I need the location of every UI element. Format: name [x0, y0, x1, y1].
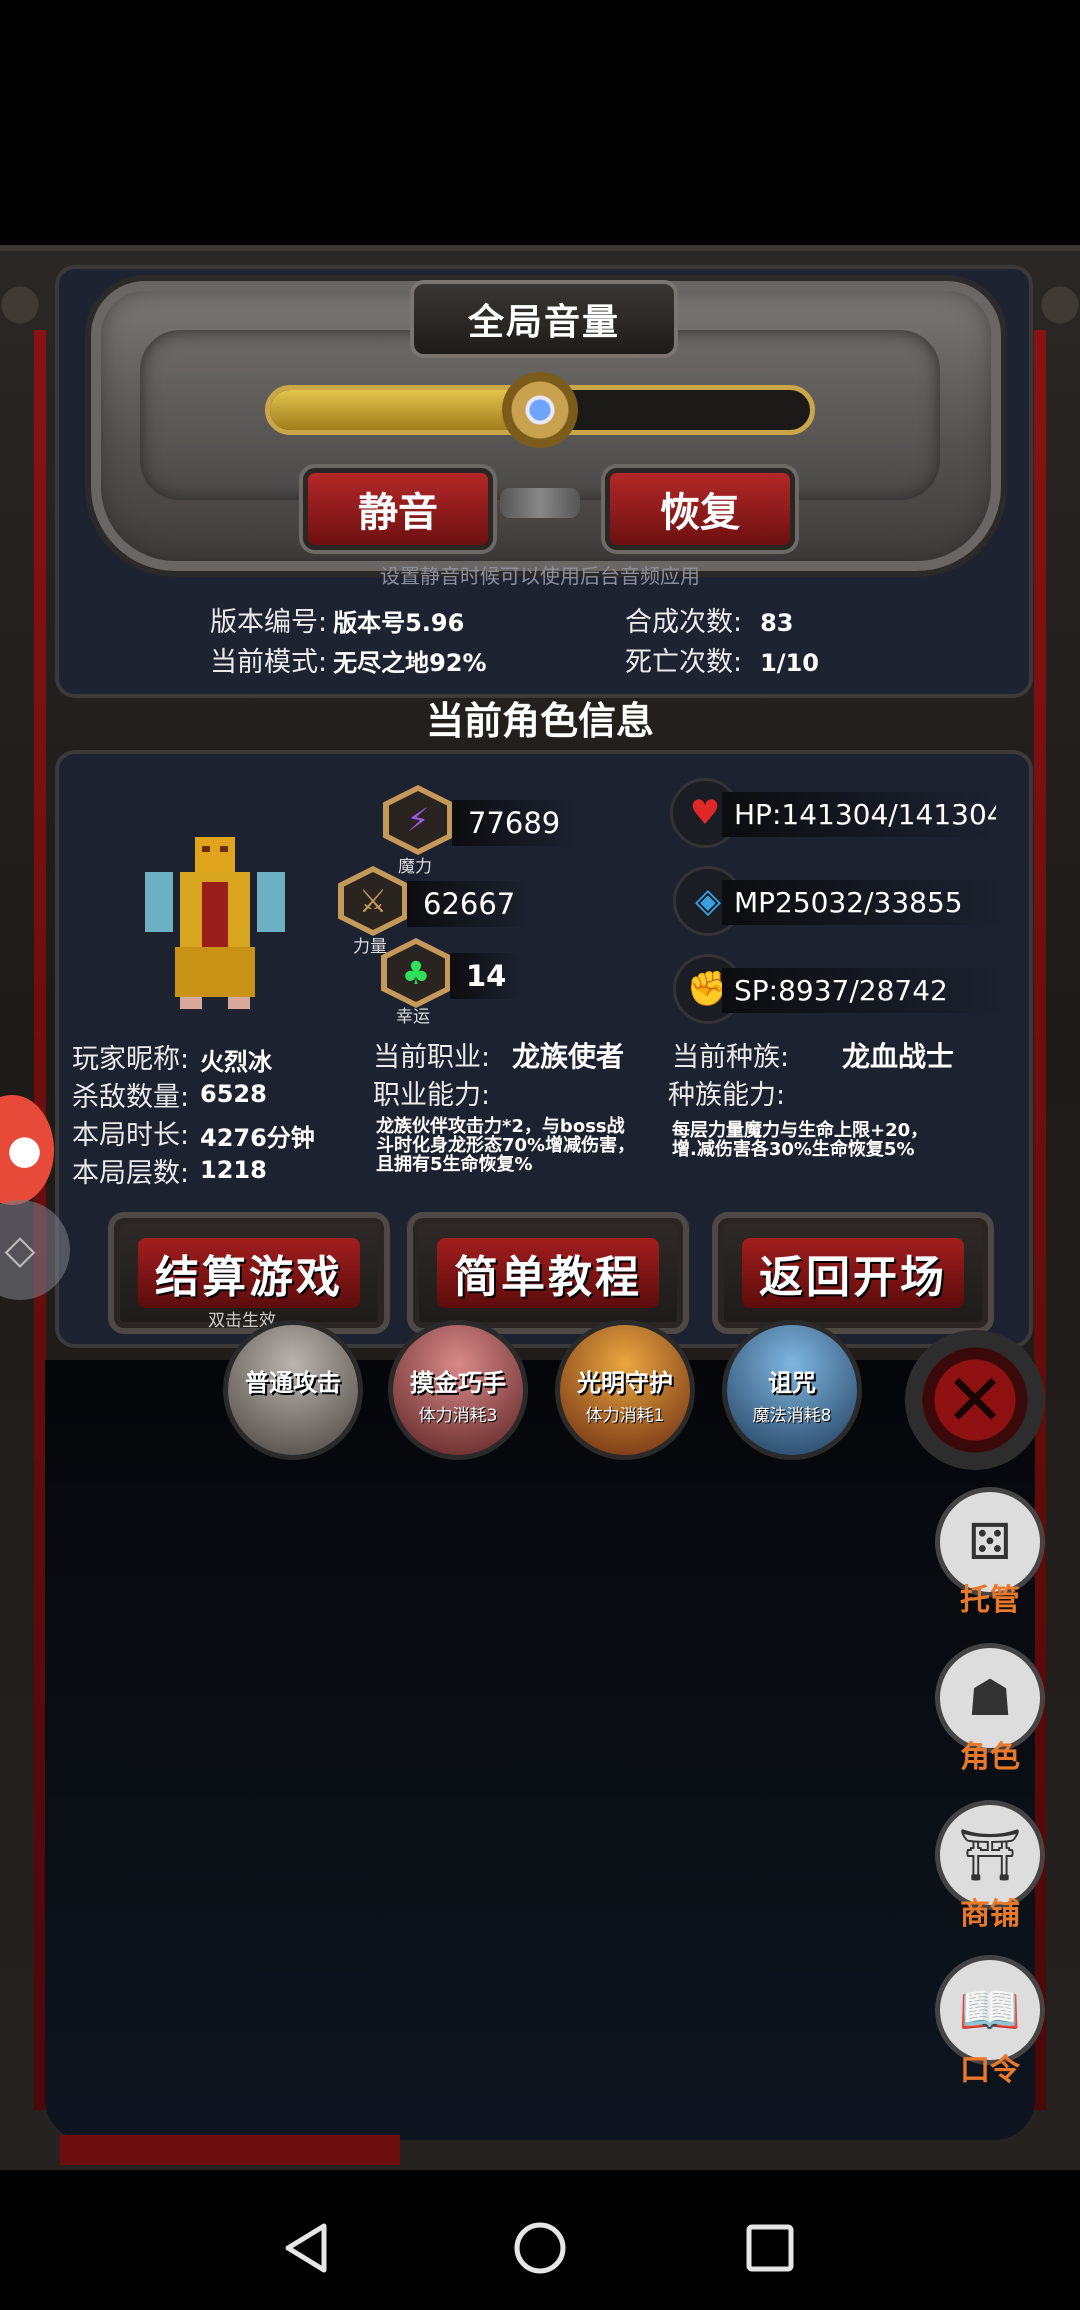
version-row: 版本编号: 版本号5.96	[210, 600, 464, 639]
magic-stat-caption: 魔力	[398, 857, 432, 877]
volume-slider-knob[interactable]	[502, 372, 578, 448]
race-ability-label: 种族能力:	[668, 1080, 786, 1111]
craft-value: 83	[760, 609, 794, 637]
mode-value: 无尽之地92%	[333, 649, 487, 677]
tutorial-label: 简单教程	[437, 1238, 659, 1308]
tutorial-button[interactable]: 简单教程	[407, 1212, 689, 1334]
skill-curse-cost: 魔法消耗8	[752, 1406, 832, 1426]
cube-icon: ◇	[4, 1227, 36, 1273]
death-value: 1/10	[760, 649, 819, 677]
mode-label: 当前模式:	[210, 647, 328, 678]
job-ability-label: 职业能力:	[373, 1080, 491, 1111]
dice-icon: ⚄	[968, 1513, 1012, 1571]
hood-icon: ☗	[967, 1669, 1013, 1727]
mute-hint: 设置静音时候可以使用后台音频应用	[380, 564, 700, 588]
button-divider-ornament	[500, 488, 580, 518]
strength-stat-value: 62667	[407, 881, 532, 927]
close-icon: ✕	[944, 1358, 1006, 1442]
lightning-icon: ⚡	[389, 791, 447, 849]
strength-stat-caption: 力量	[353, 937, 387, 957]
race-label: 当前种族:	[672, 1042, 790, 1073]
shop-icon: ⛩	[958, 1825, 1022, 1884]
floor-value: 1218	[200, 1156, 267, 1184]
back-to-start-button[interactable]: 返回开场	[712, 1212, 994, 1334]
back-nav-icon[interactable]	[280, 2220, 336, 2276]
settle-game-label: 结算游戏	[138, 1238, 360, 1308]
skill-curse-name: 诅咒	[768, 1369, 816, 1397]
race-ability-text: 每层力量魔力与生命上限+20，增.减伤害各30%生命恢复5%	[672, 1120, 929, 1160]
auto-play-label: 托管	[960, 1583, 1020, 1618]
book-icon: 📖	[958, 1980, 1022, 2039]
skill-light-guard-name: 光明守护	[577, 1369, 673, 1397]
close-menu-button[interactable]: ✕	[905, 1330, 1045, 1470]
skill-light-guard-cost: 体力消耗1	[585, 1406, 665, 1426]
skill-gold-hand-cost: 体力消耗3	[418, 1406, 498, 1426]
luck-stat-caption: 幸运	[396, 1007, 430, 1027]
magic-stat-value: 77689	[452, 800, 577, 846]
mute-button[interactable]: 静音	[303, 468, 493, 550]
home-nav-icon[interactable]	[512, 2220, 568, 2276]
mode-row: 当前模式: 无尽之地92%	[210, 640, 487, 679]
recents-nav-icon[interactable]	[744, 2222, 796, 2274]
craft-label: 合成次数:	[625, 607, 743, 638]
skill-normal-attack-name: 普通攻击	[245, 1369, 341, 1397]
back-to-start-label: 返回开场	[742, 1238, 964, 1308]
version-label: 版本编号:	[210, 607, 328, 638]
craft-row: 合成次数: 83	[625, 600, 794, 639]
volume-slider-fill	[270, 390, 540, 430]
luck-stat-value: 14	[450, 953, 523, 999]
death-row: 死亡次数: 1/10	[625, 640, 819, 679]
job-ability-text: 龙族伙伴攻击力*2，与boss战斗时化身龙形态70%增减伤害，且拥有5生命恢复%	[376, 1116, 636, 1175]
skill-gold-hand[interactable]: 摸金巧手 体力消耗3	[388, 1320, 528, 1460]
death-label: 死亡次数:	[625, 647, 743, 678]
restore-button[interactable]: 恢复	[605, 468, 795, 550]
arena-bottom-bar	[60, 2135, 400, 2165]
kills-label: 杀敌数量:	[72, 1082, 190, 1113]
password-label: 口令	[960, 2053, 1020, 2088]
skill-normal-attack[interactable]: 普通攻击	[223, 1320, 363, 1460]
mp-value: MP25032/33855	[722, 880, 1006, 925]
skill-curse[interactable]: 诅咒 魔法消耗8	[722, 1320, 862, 1460]
job-value: 龙族使者	[512, 1040, 625, 1073]
kills-value: 6528	[200, 1080, 267, 1108]
clover-icon: ♣	[387, 944, 445, 1002]
sp-value: SP:8937/28742	[722, 968, 1006, 1013]
user-icon: ●	[7, 1127, 42, 1173]
character-avatar	[145, 837, 285, 1009]
nickname-value: 火烈冰	[200, 1048, 272, 1076]
floor-label: 本局层数:	[72, 1158, 190, 1189]
time-label: 本局时长:	[72, 1120, 190, 1151]
hp-value: HP:141304/141304	[722, 792, 996, 837]
skill-light-guard[interactable]: 光明守护 体力消耗1	[555, 1320, 695, 1460]
battle-arena	[45, 1360, 1035, 2140]
version-value: 版本号5.96	[333, 609, 465, 637]
job-label: 当前职业:	[373, 1042, 491, 1073]
character-label: 角色	[960, 1740, 1020, 1775]
volume-title: 全局音量	[410, 280, 678, 358]
nickname-label: 玩家昵称:	[72, 1044, 190, 1075]
time-value: 4276分钟	[200, 1124, 315, 1152]
skill-gold-hand-name: 摸金巧手	[410, 1369, 506, 1397]
character-section-title: 当前角色信息	[425, 699, 654, 743]
shop-label: 商铺	[960, 1897, 1020, 1932]
race-value: 龙血战士	[842, 1040, 955, 1073]
sword-icon: ⚔	[344, 872, 402, 930]
